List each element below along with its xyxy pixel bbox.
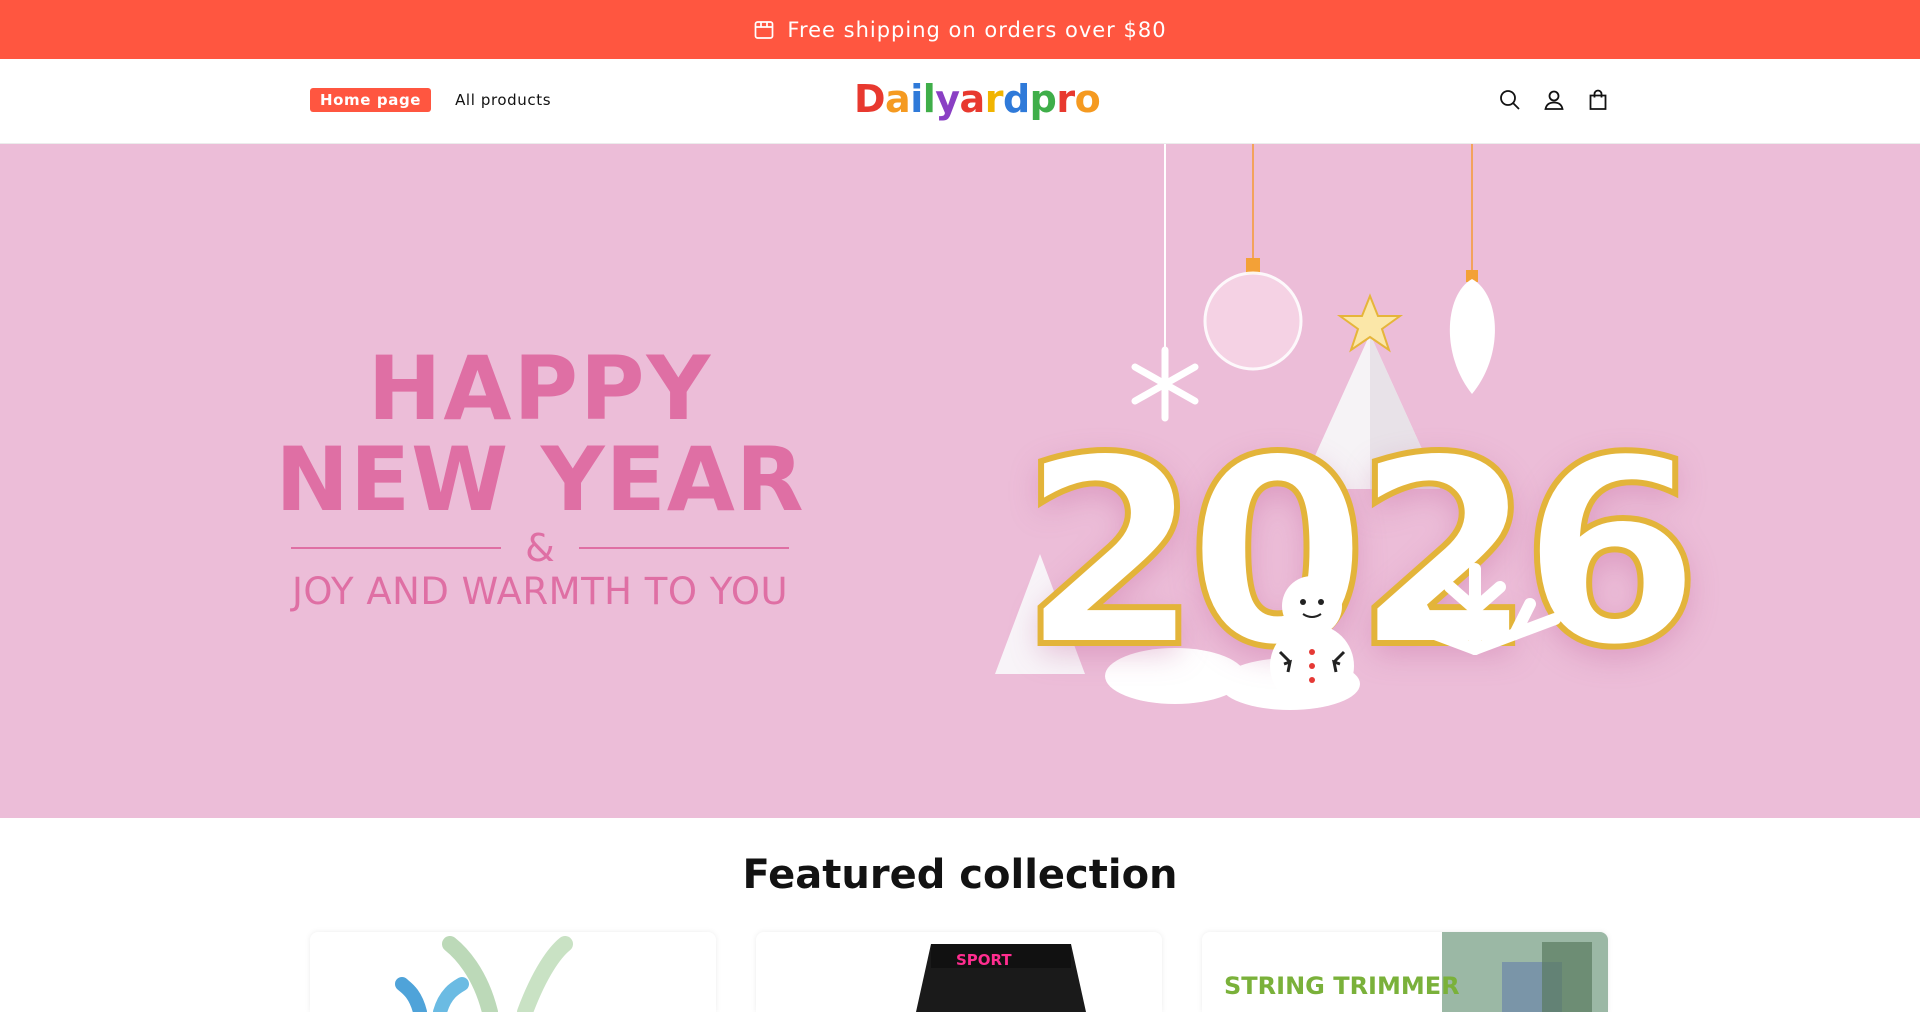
site-logo[interactable]: Dailyardpro	[854, 77, 1101, 121]
snowman-icon	[1270, 576, 1354, 708]
hero-ampersand: &	[525, 526, 555, 570]
sport-label: SPORT	[956, 951, 1012, 969]
account-icon[interactable]	[1542, 88, 1566, 112]
product-card[interactable]: SPORT	[756, 932, 1162, 1012]
hero-line-new-year: NEW YEAR	[275, 428, 805, 531]
announcement-text: Free shipping on orders over $80	[787, 17, 1167, 42]
product-card[interactable]: STRING TRIMMER	[1202, 932, 1608, 1012]
paper-snowflake-icon	[1389, 563, 1561, 655]
announcement-bar: Free shipping on orders over $80	[0, 0, 1920, 59]
product-image-string-trimmer: STRING TRIMMER	[1224, 932, 1608, 1012]
product-card[interactable]	[310, 932, 716, 1012]
nav-item-home-page[interactable]: Home page	[310, 88, 432, 112]
main-nav: Home page All products	[310, 88, 551, 112]
search-icon[interactable]	[1498, 88, 1522, 112]
hero-banner[interactable]: HAPPY NEW YEAR & JOY AND WARMTH TO YOU 2…	[0, 144, 1920, 818]
new-year-illustration: 2026	[960, 144, 1760, 818]
string-trimmer-label: STRING TRIMMER	[1224, 972, 1460, 1000]
product-image-plants	[395, 936, 573, 1012]
foreground-art	[1270, 563, 1561, 708]
cart-icon[interactable]	[1586, 88, 1610, 112]
product-grid: SPORT STRING TRIMMER	[310, 932, 1608, 1012]
store-icon	[753, 19, 775, 41]
hero-divider: &	[270, 528, 810, 568]
hero-line-joy: JOY AND WARMTH TO YOU	[291, 570, 789, 613]
nav-item-all-products[interactable]: All products	[455, 91, 551, 109]
featured-collection-title: Featured collection	[742, 852, 1178, 898]
hero-greeting: HAPPY NEW YEAR & JOY AND WARMTH TO YOU	[270, 337, 810, 614]
hero-line-happy: HAPPY	[367, 337, 713, 440]
header-icons	[1498, 88, 1610, 112]
product-image-sport-shorts: SPORT	[916, 944, 1086, 1012]
divider-line-right	[578, 547, 789, 549]
divider-line-left	[291, 547, 502, 549]
site-header: Home page All products Dailyardpro	[0, 59, 1920, 144]
